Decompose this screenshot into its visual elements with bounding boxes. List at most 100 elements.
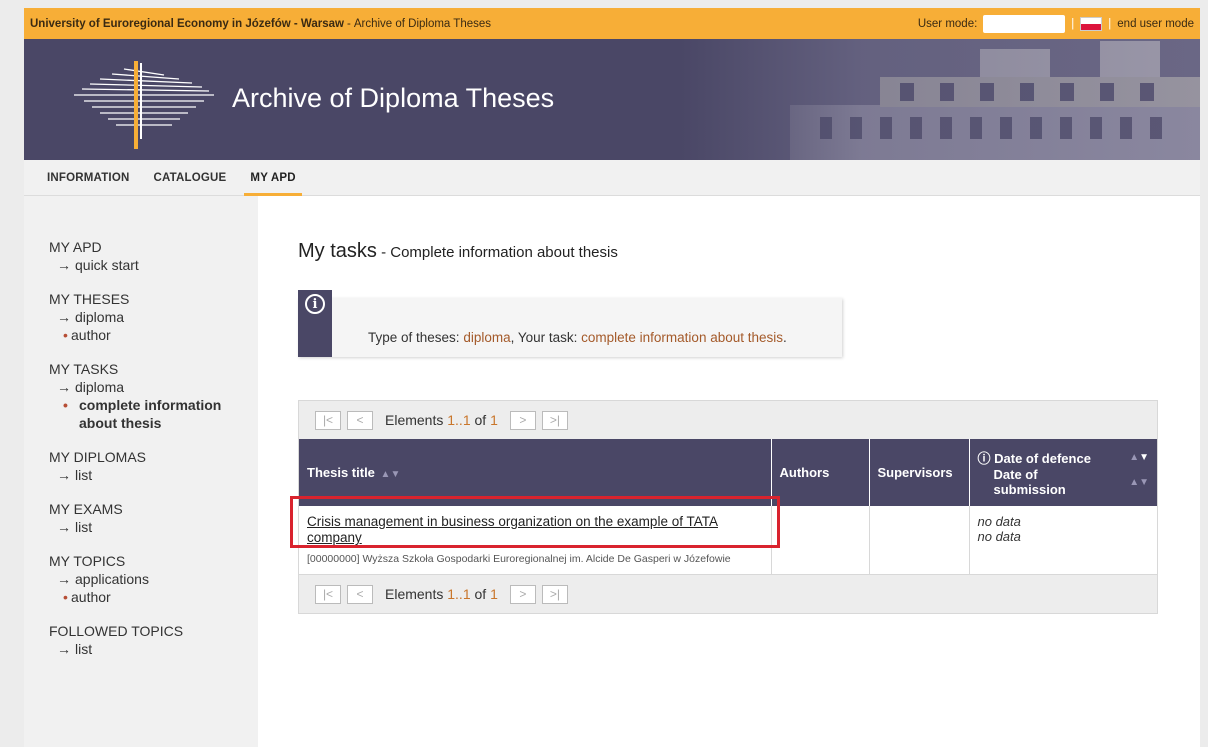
- next-page-button[interactable]: >: [509, 410, 536, 430]
- divider: |: [1108, 17, 1112, 30]
- header-thesis-title[interactable]: Thesis title ▲▼: [299, 439, 772, 506]
- sidebar-item-label: diploma: [75, 379, 125, 395]
- next-page-button[interactable]: >: [509, 584, 536, 604]
- sidebar-group-my-exams: MY EXAMS → list: [49, 500, 258, 536]
- pager-label: Elements 1..1 of 1: [385, 412, 498, 428]
- sidebar-group-my-tasks: MY TASKS → diploma • complete information …: [49, 360, 258, 432]
- info-task: complete information about thesis: [581, 330, 784, 345]
- sidebar-item-label: diploma: [75, 309, 125, 325]
- sort-arrows-icon[interactable]: ▲▼: [381, 469, 401, 480]
- cell-supervisors: [869, 506, 970, 575]
- university-name[interactable]: University of Euroregional Economy in Jó…: [30, 18, 344, 30]
- nav-my-apd[interactable]: MY APD: [244, 160, 303, 196]
- info-type: diploma: [463, 330, 511, 345]
- pager-elements: Elements: [385, 412, 444, 428]
- header-defence[interactable]: ⓘ Date of defence: [978, 448, 1091, 467]
- prev-page-button[interactable]: <: [347, 410, 373, 430]
- cell-dates: no data no data: [969, 506, 1157, 575]
- sidebar-heading[interactable]: MY EXAMS: [49, 500, 258, 518]
- header-submission[interactable]: Date of submission: [994, 467, 1084, 497]
- page-title-main: My tasks: [298, 240, 377, 262]
- sidebar-heading[interactable]: MY TASKS: [49, 360, 258, 378]
- defence-date: no data: [977, 514, 1021, 529]
- arrow-right-icon: →: [57, 257, 71, 273]
- pager-total: 1: [490, 586, 498, 602]
- sidebar-item-diploma[interactable]: → diploma: [49, 308, 258, 326]
- sidebar-item-list[interactable]: → list: [49, 640, 258, 658]
- university-logo-icon[interactable]: [64, 51, 214, 151]
- sidebar-group-my-topics: MY TOPICS → applications • author: [49, 552, 258, 606]
- sidebar-heading[interactable]: FOLLOWED TOPICS: [49, 622, 258, 640]
- info-prefix: Type of theses:: [368, 330, 464, 345]
- sidebar-item-applications[interactable]: → applications: [49, 570, 258, 588]
- sidebar-group-my-theses: MY THESES → diploma • author: [49, 290, 258, 344]
- sidebar-item-label: list: [75, 641, 93, 657]
- info-icon-panel: i: [298, 290, 332, 357]
- pager-elements: Elements: [385, 586, 444, 602]
- sidebar-item-diploma[interactable]: → diploma: [49, 378, 258, 396]
- sidebar-item-label: author: [71, 327, 111, 343]
- sort-arrows-icon[interactable]: ▲▼: [1129, 477, 1149, 488]
- cell-authors: [771, 506, 870, 575]
- last-page-button[interactable]: >|: [541, 410, 568, 430]
- sidebar-item-quick-start[interactable]: → quick start: [49, 256, 258, 274]
- sidebar-item-list[interactable]: → list: [49, 518, 258, 536]
- section-name[interactable]: Archive of Diploma Theses: [354, 18, 491, 30]
- institution-text: [00000000] Wyższa Szkoła Gospodarki Euro…: [307, 553, 731, 565]
- user-mode-value[interactable]: [983, 14, 1066, 33]
- first-page-button[interactable]: |<: [315, 410, 341, 430]
- sidebar-heading[interactable]: MY TOPICS: [49, 552, 258, 570]
- thesis-title-link[interactable]: Crisis management in business organizati…: [307, 514, 763, 546]
- main-content: My tasks - Complete information about th…: [258, 196, 1200, 747]
- sidebar-heading[interactable]: MY APD: [49, 238, 258, 256]
- sidebar-heading[interactable]: MY DIPLOMAS: [49, 448, 258, 466]
- theses-table-wrapper: |< < Elements 1..1 of 1 > >| Thesis titl…: [298, 400, 1158, 614]
- last-page-button[interactable]: >|: [541, 584, 568, 604]
- info-box: i Type of theses: diploma, Your task: co…: [298, 290, 842, 357]
- arrow-right-icon: →: [57, 571, 71, 587]
- header-authors: Authors: [771, 439, 870, 506]
- main-nav: INFORMATION CATALOGUE MY APD: [24, 160, 1200, 196]
- header-banner: Archive of Diploma Theses: [24, 39, 1200, 160]
- info-message: Type of theses: diploma, Your task: comp…: [368, 330, 787, 345]
- header-dates: ⓘ Date of defence ▲▼ Date of submission …: [969, 439, 1157, 506]
- page-subtitle: - Complete information about thesis: [376, 244, 618, 261]
- sidebar-item-label: list: [75, 467, 93, 483]
- prev-page-button[interactable]: <: [347, 584, 373, 604]
- info-middle: , Your task:: [510, 330, 582, 345]
- sidebar-group-my-diplomas: MY DIPLOMAS → list: [49, 448, 258, 484]
- sidebar-group-followed-topics: FOLLOWED TOPICS → list: [49, 622, 258, 658]
- table-row: Crisis management in business organizati…: [299, 506, 1157, 575]
- sidebar-item-author[interactable]: • author: [49, 326, 258, 344]
- nav-information[interactable]: INFORMATION: [47, 160, 141, 195]
- polish-flag-icon[interactable]: [1080, 16, 1103, 31]
- building-image-icon: [680, 39, 1200, 160]
- first-page-button[interactable]: |<: [315, 584, 341, 604]
- pager-label: Elements 1..1 of 1: [385, 586, 498, 602]
- pager-top: |< < Elements 1..1 of 1 > >|: [299, 401, 1157, 439]
- pager-of: of: [474, 412, 487, 428]
- bullet-icon: •: [63, 397, 68, 413]
- sidebar-item-author[interactable]: • author: [49, 588, 258, 606]
- sort-arrows-icon[interactable]: ▲▼: [1129, 452, 1149, 463]
- table-header-row: Thesis title ▲▼ Authors Supervisors ⓘ Da…: [299, 439, 1157, 506]
- user-mode-area: User mode: | | end user mode: [917, 14, 1194, 33]
- topbar-separator: -: [346, 17, 351, 30]
- sidebar-heading[interactable]: MY THESES: [49, 290, 258, 308]
- sidebar-item-list[interactable]: → list: [49, 466, 258, 484]
- end-user-mode-link[interactable]: end user mode: [1117, 18, 1194, 30]
- sidebar-group-my-apd: MY APD → quick start: [49, 238, 258, 274]
- nav-catalogue[interactable]: CATALOGUE: [153, 160, 238, 195]
- pager-total: 1: [490, 412, 498, 428]
- divider: |: [1071, 17, 1075, 30]
- user-mode-label: User mode:: [917, 17, 978, 30]
- arrow-right-icon: →: [57, 641, 71, 657]
- sidebar-item-label: author: [71, 589, 111, 605]
- pager-of: of: [474, 586, 487, 602]
- bullet-icon: •: [63, 589, 68, 605]
- page-title: My tasks - Complete information about th…: [298, 240, 618, 263]
- sidebar-item-label: complete information about thesis: [79, 397, 222, 431]
- header-supervisors: Supervisors: [869, 439, 970, 506]
- sidebar: MY APD → quick start MY THESES → diploma •…: [24, 196, 258, 747]
- sidebar-item-complete-information[interactable]: • complete information about thesis: [49, 396, 258, 432]
